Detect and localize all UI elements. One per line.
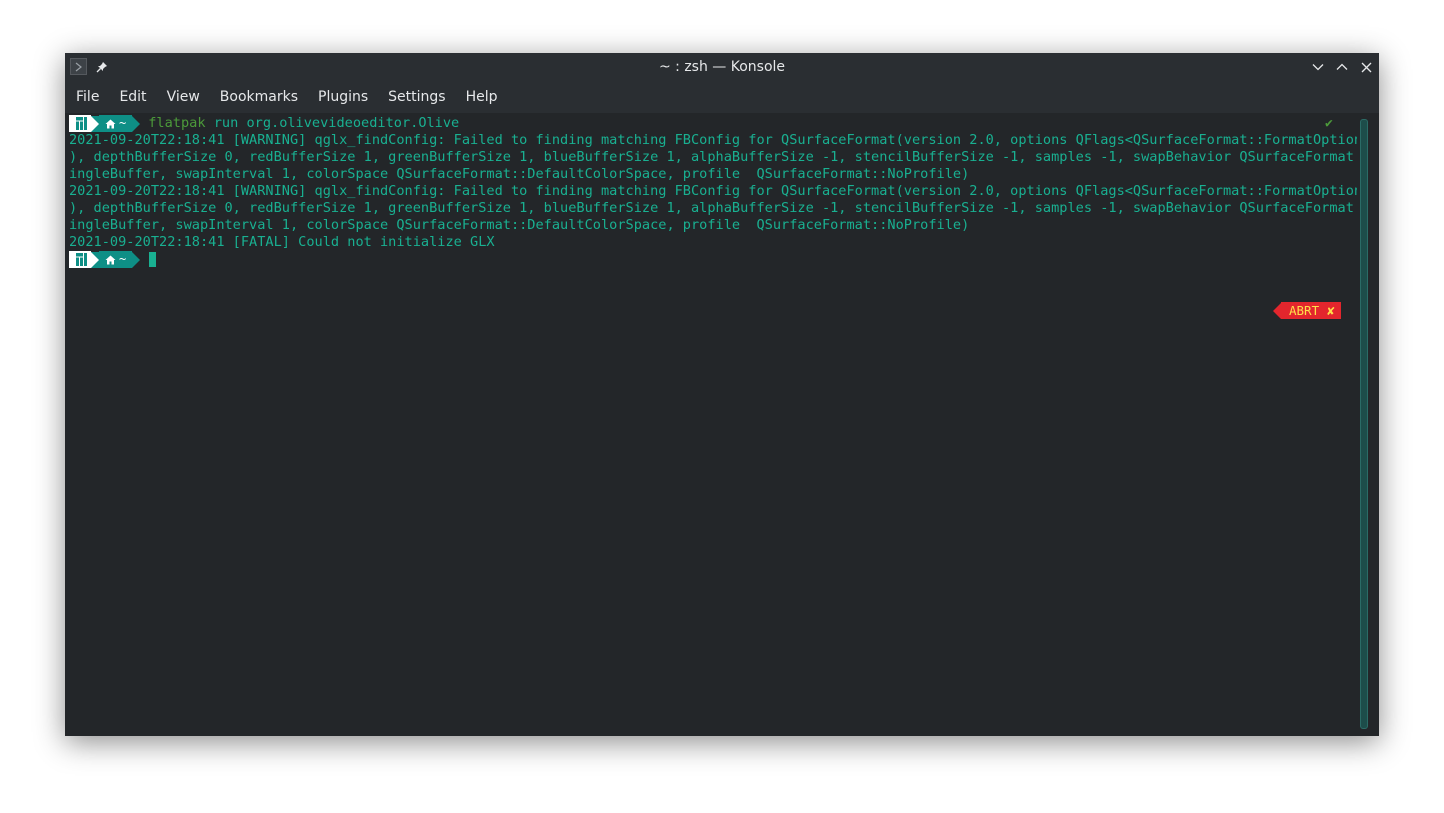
prompt-separator (91, 251, 99, 268)
menu-bar: File Edit View Bookmarks Plugins Setting… (65, 81, 1379, 113)
output-line: ingleBuffer, swapInterval 1, colorSpace … (69, 217, 970, 233)
menu-edit[interactable]: Edit (109, 81, 156, 113)
konsole-window: ~ : zsh — Konsole File Edit View Bookmar… (65, 53, 1379, 736)
minimize-button[interactable] (1311, 59, 1325, 75)
scrollbar[interactable] (1357, 115, 1373, 729)
menu-view[interactable]: View (157, 81, 210, 113)
output-line: ingleBuffer, swapInterval 1, colorSpace … (69, 166, 970, 182)
close-button[interactable] (1359, 59, 1373, 75)
prompt-separator (132, 115, 141, 132)
command-name: flatpak (148, 115, 206, 131)
prompt-separator (91, 115, 99, 132)
home-icon (105, 255, 116, 264)
status-ok-icon: ✔ (1325, 116, 1333, 131)
prompt-home-segment: ~ (99, 115, 133, 132)
output-line: 2021-09-20T22:18:41 [FATAL] Could not in… (69, 234, 495, 250)
menu-settings[interactable]: Settings (378, 81, 455, 113)
text-cursor (149, 252, 157, 267)
abort-status-badge: ABRT ✘ (1273, 302, 1341, 319)
home-icon (105, 119, 116, 128)
menu-bookmarks[interactable]: Bookmarks (210, 81, 308, 113)
manjaro-icon (69, 251, 91, 268)
manjaro-icon (69, 115, 91, 132)
title-bar[interactable]: ~ : zsh — Konsole (65, 53, 1379, 81)
prompt-line: ~ (69, 251, 1357, 268)
abort-badge-body: ABRT ✘ (1281, 302, 1341, 319)
output-line: ), depthBufferSize 0, redBufferSize 1, g… (69, 200, 1357, 216)
output-line: ), depthBufferSize 0, redBufferSize 1, g… (69, 149, 1357, 165)
scrollbar-thumb[interactable] (1360, 119, 1368, 729)
prompt-line: ~ flatpak run org.olivevideoeditor.Olive… (69, 115, 1357, 132)
abort-label: ABRT (1289, 303, 1320, 318)
menu-help[interactable]: Help (456, 81, 508, 113)
terminal-view[interactable]: ~ flatpak run org.olivevideoeditor.Olive… (69, 115, 1357, 736)
output-line: 2021-09-20T22:18:41 [WARNING] qglx_findC… (69, 183, 1357, 199)
output-line: 2021-09-20T22:18:41 [WARNING] qglx_findC… (69, 132, 1357, 148)
abort-x-icon: ✘ (1327, 303, 1335, 318)
prompt-home-label: ~ (119, 116, 127, 130)
prompt-home-segment: ~ (99, 251, 133, 268)
menu-plugins[interactable]: Plugins (308, 81, 378, 113)
abort-badge-arrow (1273, 302, 1281, 319)
maximize-button[interactable] (1335, 59, 1349, 75)
command-args: run org.olivevideoeditor.Olive (205, 115, 460, 131)
window-title: ~ : zsh — Konsole (658, 59, 786, 75)
prompt-home-label: ~ (119, 252, 127, 266)
command-text: flatpak run org.olivevideoeditor.Olive (148, 115, 459, 132)
menu-file[interactable]: File (76, 81, 109, 113)
prompt-separator (132, 251, 141, 268)
